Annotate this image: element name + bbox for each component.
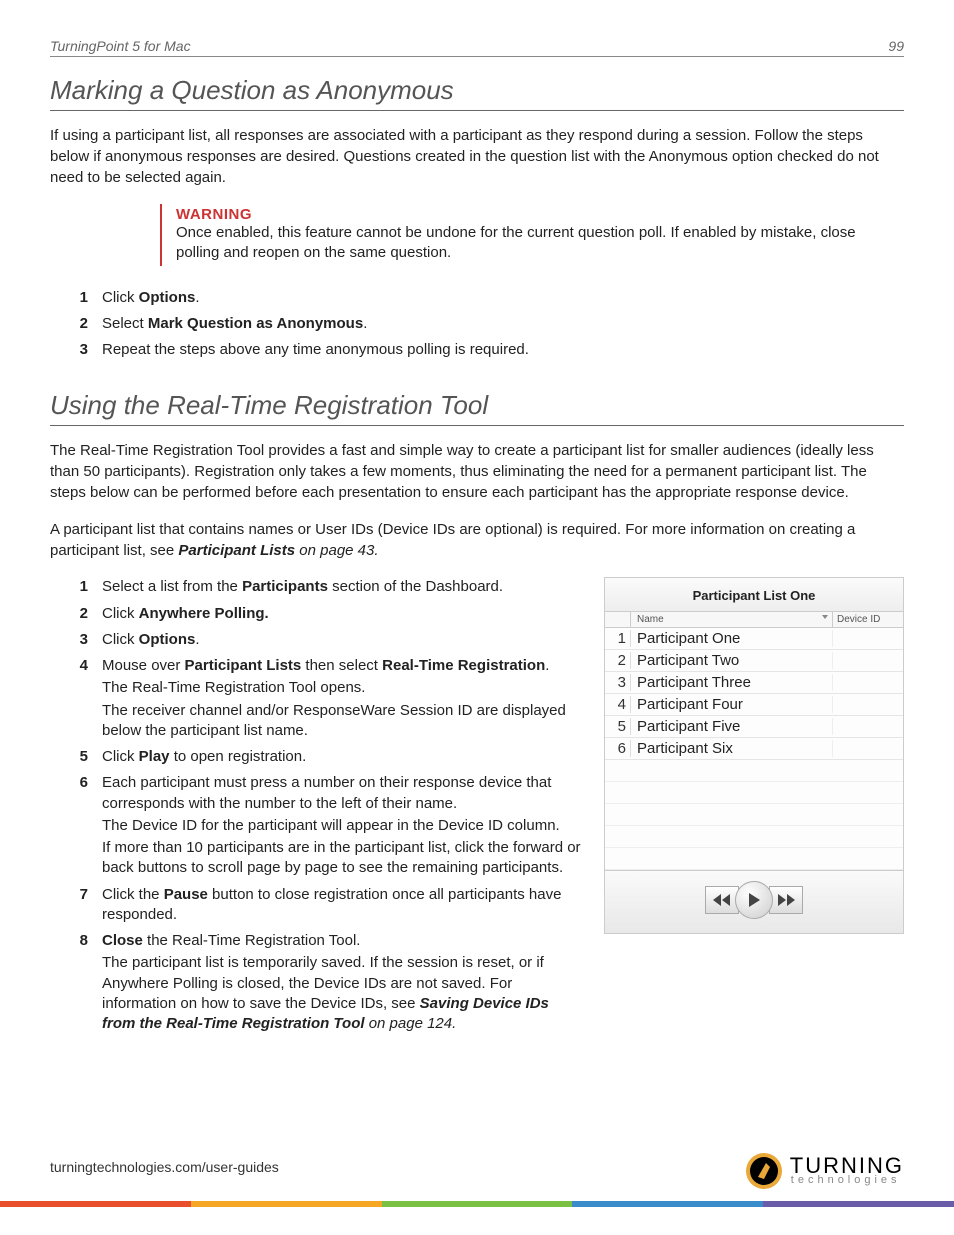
col-header-device: Device ID [833,612,903,627]
step-number: 2 [72,314,88,334]
warning-block: WARNING Once enabled, this feature canno… [160,204,884,266]
logo-text-top: TURNING [790,1157,904,1176]
running-header: TurningPoint 5 for Mac 99 [50,38,904,57]
table-row: 3Participant Three [605,672,903,694]
table-row: 1Participant One [605,628,903,650]
participant-name: Participant Five [631,718,833,735]
participant-name: Participant Four [631,696,833,713]
step-3: 3 Repeat the steps above any time anonym… [72,340,904,360]
rt-step-1: 1 Select a list from the Participants se… [72,577,584,597]
steps-realtime: 1 Select a list from the Participants se… [72,577,584,1034]
rt-step-7: 7 Click the Pause button to close regist… [72,885,584,926]
rt-step-3: 3 Click Options. [72,630,584,650]
participant-name: Participant Two [631,652,833,669]
table-row: 2Participant Two [605,650,903,672]
participant-name: Participant One [631,630,833,647]
rt-step-8: 8 Close the Real-Time Registration Tool.… [72,931,584,1034]
table-row: 6Participant Six [605,738,903,760]
warning-label: WARNING [176,206,874,223]
rewind-button[interactable] [705,886,739,914]
rt-step-5: 5 Click Play to open registration. [72,747,584,767]
heading-realtime: Using the Real-Time Registration Tool [50,390,904,426]
heading-anonymous: Marking a Question as Anonymous [50,75,904,111]
participant-name: Participant Three [631,674,833,691]
warning-body: Once enabled, this feature cannot be und… [176,223,874,264]
realtime-p2: A participant list that contains names o… [50,519,904,561]
footer-url: turningtechnologies.com/user-guides [50,1159,279,1175]
figure-title: Participant List One [605,578,903,612]
footer-color-strip [0,1201,954,1207]
xref-participant-lists: Participant Lists [178,542,295,559]
doc-title: TurningPoint 5 for Mac [50,38,191,54]
step-number: 3 [72,340,88,360]
steps-anonymous: 1 Click Options. 2 Select Mark Question … [72,288,904,361]
step-1: 1 Click Options. [72,288,904,308]
realtime-p1: The Real-Time Registration Tool provides… [50,440,904,503]
col-header-name[interactable]: Name [631,612,833,627]
participant-name: Participant Six [631,740,833,757]
intro-anonymous: If using a participant list, all respons… [50,125,904,188]
logo-text-bottom: technologies [791,1176,904,1185]
rt-step-6: 6 Each participant must press a number o… [72,773,584,878]
table-row: 5Participant Five [605,716,903,738]
step-number: 1 [72,288,88,308]
page-number: 99 [888,38,904,54]
figure-header-row: Name Device ID [605,612,903,628]
forward-button[interactable] [769,886,803,914]
rt-step-4: 4 Mouse over Participant Lists then sele… [72,656,584,741]
figure-participant-list: Participant List One Name Device ID 1Par… [604,577,904,934]
logo-icon [744,1151,784,1191]
brand-logo: TURNING technologies [744,1151,904,1191]
rt-step-2: 2 Click Anywhere Polling. [72,604,584,624]
table-row: 4Participant Four [605,694,903,716]
play-button[interactable] [735,881,773,919]
step-2: 2 Select Mark Question as Anonymous. [72,314,904,334]
figure-controls [605,870,903,933]
